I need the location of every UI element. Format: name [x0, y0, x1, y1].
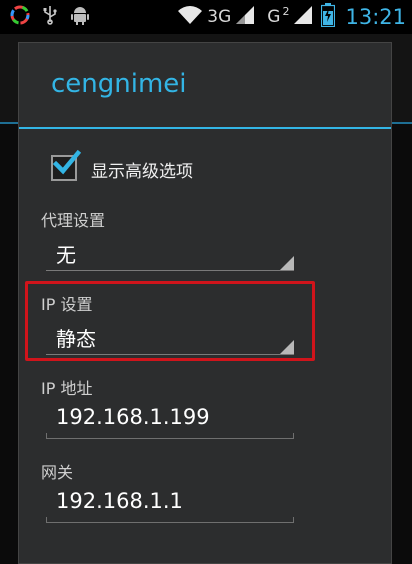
wifi-network-dialog: cengnimei 显示高级选项 代理设置 无 IP 设置 静态 IP 地址 1… [18, 42, 392, 564]
spinner-underline [46, 354, 294, 355]
network-type-g: G [267, 7, 281, 27]
ip-address-input[interactable]: 192.168.1.199 [46, 401, 294, 439]
battery-charging-icon [321, 3, 336, 31]
ip-settings-label: IP 设置 [41, 295, 93, 314]
proxy-settings-spinner[interactable]: 无 [46, 235, 294, 271]
input-underline [46, 438, 294, 439]
dialog-title: cengnimei [51, 69, 187, 99]
input-underline-tick-left [46, 433, 47, 439]
signal-strength-sim2-icon [293, 5, 313, 29]
ip-address-label: IP 地址 [41, 379, 93, 398]
proxy-settings-label: 代理设置 [41, 211, 106, 230]
usb-icon [42, 5, 58, 29]
system-icons: 3G G 2 13:21 [177, 0, 406, 34]
input-underline-tick-left [46, 517, 47, 523]
dropdown-triangle-icon [280, 340, 294, 354]
signal-strength-icon [235, 5, 255, 29]
checkmark-icon [52, 149, 81, 175]
android-debug-icon [70, 4, 90, 30]
clock: 13:21 [345, 5, 406, 29]
gateway-label: 网关 [41, 463, 74, 482]
input-underline-tick-right [293, 517, 294, 523]
sim2-badge: 2 [282, 4, 290, 18]
gateway-input[interactable]: 192.168.1.1 [46, 485, 294, 523]
gateway-value: 192.168.1.1 [56, 489, 183, 513]
proxy-settings-value: 无 [56, 243, 76, 267]
show-advanced-checkbox[interactable] [51, 149, 81, 181]
notification-icons [10, 4, 90, 30]
ip-settings-value: 静态 [56, 327, 96, 351]
status-bar: 3G G 2 13:21 [0, 0, 412, 34]
ip-address-value: 192.168.1.199 [56, 405, 210, 429]
input-underline-tick-right [293, 433, 294, 439]
dropdown-triangle-icon [280, 256, 294, 270]
ip-settings-spinner[interactable]: 静态 [46, 319, 294, 355]
wifi-icon [177, 5, 203, 29]
sync-app-icon [10, 5, 30, 29]
network-type-3g: 3G [207, 7, 232, 27]
spinner-underline [46, 270, 294, 271]
input-underline [46, 522, 294, 523]
show-advanced-label[interactable]: 显示高级选项 [91, 157, 193, 182]
dialog-title-divider [19, 127, 391, 129]
